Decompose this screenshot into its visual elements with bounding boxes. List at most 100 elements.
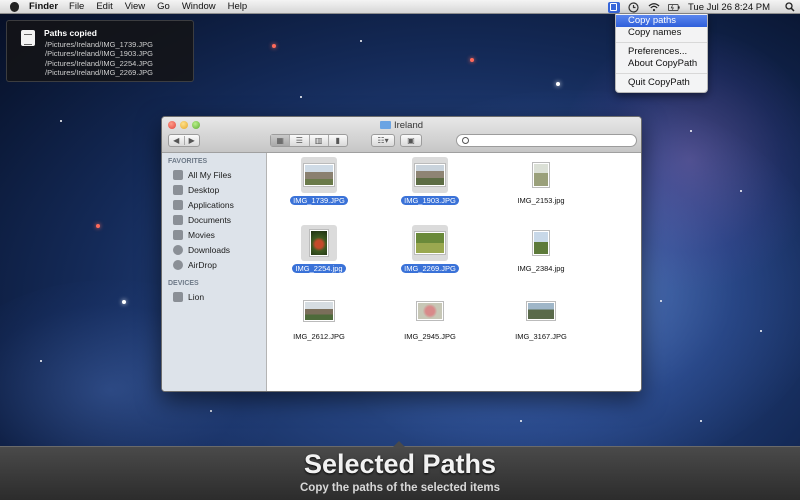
- search-icon: [462, 137, 469, 144]
- star: [96, 224, 100, 228]
- sidebar-item-label: Downloads: [188, 245, 231, 255]
- sidebar: FAVORITES All My Files Desktop Applicati…: [162, 153, 267, 391]
- file-item[interactable]: IMG_3167.JPG: [496, 293, 586, 342]
- list-view-icon[interactable]: ☰: [290, 135, 310, 146]
- menu-help[interactable]: Help: [228, 1, 248, 12]
- notification-path: /Pictures/Ireland/IMG_1739.JPG: [45, 40, 153, 49]
- sidebar-item-label: Movies: [188, 230, 215, 240]
- desktop-icon: [173, 185, 183, 195]
- file-item[interactable]: IMG_1903.JPG: [385, 157, 475, 206]
- file-name: IMG_2612.JPG: [293, 332, 345, 341]
- file-item[interactable]: IMG_1739.JPG: [274, 157, 364, 206]
- file-item[interactable]: IMG_2384.jpg: [496, 225, 586, 274]
- file-item[interactable]: IMG_2269.JPG: [385, 225, 475, 274]
- back-icon[interactable]: ◀: [169, 136, 185, 145]
- search-input[interactable]: [456, 134, 637, 147]
- file-item[interactable]: IMG_2945.JPG: [385, 293, 475, 342]
- airdrop-icon: [173, 260, 183, 270]
- menu-item-about[interactable]: About CopyPath: [616, 58, 707, 70]
- sidebar-item-downloads[interactable]: Downloads: [173, 245, 230, 255]
- image-thumbnail-icon: [532, 162, 550, 188]
- menu-item-copy-names[interactable]: Copy names: [616, 27, 707, 39]
- star: [470, 58, 474, 62]
- sidebar-header-favorites: FAVORITES: [168, 158, 208, 165]
- file-name: IMG_2153.jpg: [517, 196, 565, 205]
- menu-extras: Tue Jul 26 8:24 PM: [604, 0, 800, 14]
- cover-flow-icon[interactable]: ▮: [329, 135, 347, 146]
- image-thumbnail-icon: [303, 163, 335, 187]
- menu-window[interactable]: Window: [182, 1, 216, 12]
- back-forward-buttons: ◀ ▶: [168, 134, 200, 147]
- sidebar-item-desktop[interactable]: Desktop: [173, 185, 219, 195]
- sidebar-item-label: All My Files: [188, 170, 232, 180]
- wifi-icon[interactable]: [648, 2, 660, 13]
- downloads-icon: [173, 245, 183, 255]
- file-name: IMG_2269.JPG: [401, 264, 459, 273]
- app-menu[interactable]: Finder: [29, 1, 58, 12]
- file-icon-view: IMG_1739.JPG IMG_1903.JPG IMG_2153.jpg I…: [268, 153, 641, 391]
- clipboard-icon: [21, 30, 35, 46]
- folder-add-icon: ▣: [407, 136, 415, 145]
- star: [300, 96, 302, 98]
- apple-menu-icon[interactable]: [10, 1, 19, 12]
- documents-icon: [173, 215, 183, 225]
- copypath-icon[interactable]: [607, 1, 620, 13]
- sidebar-item-label: Lion: [188, 292, 205, 302]
- star: [122, 300, 126, 304]
- sidebar-item-lion[interactable]: Lion: [173, 292, 204, 302]
- banner-headline: Selected Paths: [303, 449, 497, 479]
- sidebar-item-applications[interactable]: Applications: [173, 200, 234, 210]
- image-thumbnail-icon: [414, 163, 446, 187]
- star: [660, 300, 662, 302]
- file-item[interactable]: IMG_2254.jpg: [274, 225, 364, 274]
- notification-path: /Pictures/Ireland/IMG_2254.JPG: [45, 58, 153, 68]
- new-folder-button[interactable]: ▣: [400, 134, 422, 147]
- spotlight-search-icon[interactable]: [784, 2, 796, 13]
- time-machine-icon[interactable]: [628, 1, 640, 13]
- applications-icon: [173, 200, 183, 210]
- menu-file[interactable]: File: [69, 1, 84, 12]
- copypath-menu: Copy paths Copy names Preferences... Abo…: [615, 14, 708, 93]
- image-thumbnail-icon: [532, 230, 550, 256]
- sidebar-item-label: Desktop: [188, 185, 220, 195]
- window-title-text: Ireland: [393, 120, 424, 131]
- star: [60, 120, 62, 122]
- star: [556, 82, 560, 86]
- banner-subtitle: Copy the paths of the selected items: [299, 482, 500, 494]
- menu-clock[interactable]: Tue Jul 26 8:24 PM: [688, 2, 770, 13]
- menu-item-copy-paths[interactable]: Copy paths: [616, 15, 707, 27]
- star: [740, 190, 742, 192]
- file-item[interactable]: IMG_2612.JPG: [274, 293, 364, 342]
- menu-item-preferences[interactable]: Preferences...: [616, 46, 707, 58]
- image-thumbnail-icon: [526, 301, 556, 321]
- file-name: IMG_1739.JPG: [290, 196, 348, 205]
- column-view-icon[interactable]: ▥: [310, 135, 329, 146]
- finder-window: Ireland ◀ ▶ ▦ ☰ ▥ ▮ ☷▾ ▣ FAVORITES All My…: [161, 116, 642, 392]
- icon-view-icon[interactable]: ▦: [271, 135, 291, 146]
- menu-go[interactable]: Go: [157, 1, 170, 12]
- file-item[interactable]: IMG_2153.jpg: [496, 157, 586, 206]
- banner-notch: [393, 441, 405, 447]
- sidebar-item-documents[interactable]: Documents: [173, 215, 231, 225]
- image-thumbnail-icon: [309, 229, 329, 257]
- image-thumbnail-icon: [416, 301, 444, 321]
- sidebar-item-movies[interactable]: Movies: [173, 230, 215, 240]
- notification-path: /Pictures/Ireland/IMG_1903.JPG: [45, 49, 153, 59]
- file-name: IMG_3167.JPG: [515, 332, 567, 341]
- arrange-icon: ☷▾: [377, 136, 389, 145]
- sidebar-item-all-my-files[interactable]: All My Files: [173, 170, 231, 180]
- menu-edit[interactable]: Edit: [96, 1, 112, 12]
- menu-view[interactable]: View: [125, 1, 145, 12]
- forward-icon[interactable]: ▶: [185, 136, 200, 145]
- hard-drive-icon: [173, 292, 183, 302]
- star: [210, 410, 212, 412]
- arrange-button[interactable]: ☷▾: [371, 134, 395, 147]
- menu-separator: [616, 73, 707, 74]
- battery-icon[interactable]: [667, 2, 680, 13]
- menu-item-quit[interactable]: Quit CopyPath: [616, 77, 707, 89]
- sidebar-item-airdrop[interactable]: AirDrop: [173, 260, 217, 270]
- menu-separator: [616, 42, 707, 43]
- window-title: Ireland: [162, 120, 641, 131]
- star: [520, 420, 522, 422]
- window-titlebar[interactable]: Ireland ◀ ▶ ▦ ☰ ▥ ▮ ☷▾ ▣: [162, 117, 641, 153]
